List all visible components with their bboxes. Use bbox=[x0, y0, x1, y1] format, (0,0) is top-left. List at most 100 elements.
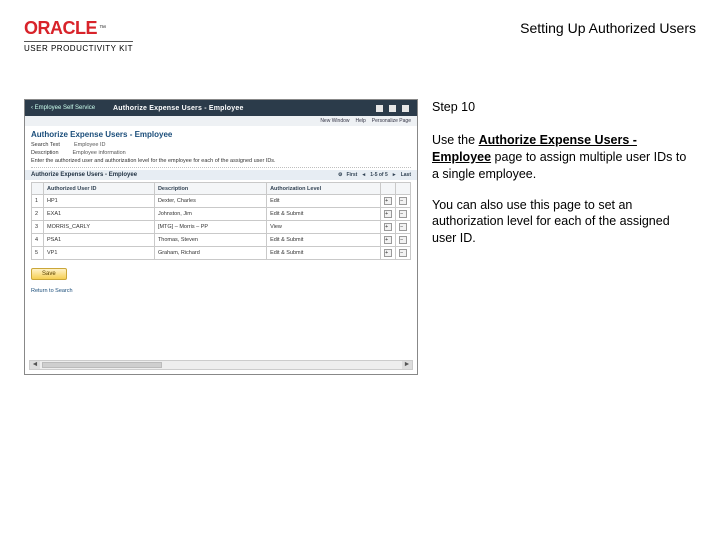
col-level: Authorization Level bbox=[267, 183, 381, 195]
brand-name: ORACLE bbox=[24, 18, 97, 39]
kv-key: Description bbox=[31, 150, 59, 156]
minus-icon: − bbox=[399, 236, 407, 244]
instruction-paragraph-2: You can also use this page to set an aut… bbox=[432, 197, 692, 248]
minus-icon: − bbox=[399, 223, 407, 231]
level-cell[interactable]: View bbox=[267, 221, 381, 234]
col-desc: Description bbox=[154, 183, 266, 195]
grid-pager: ⚙ First ◄ 1-5 of 5 ► Last bbox=[338, 172, 411, 178]
chevron-left-icon[interactable]: ◄ bbox=[361, 172, 366, 178]
minus-icon: − bbox=[399, 210, 407, 218]
col-add bbox=[381, 183, 396, 195]
table-row: 2 EXA1 Johnston, Jim Edit & Submit + − bbox=[32, 208, 411, 221]
divider bbox=[31, 167, 411, 168]
brand-block: ORACLE ™ USER PRODUCTIVITY KIT bbox=[24, 18, 133, 53]
level-cell[interactable]: Edit bbox=[267, 195, 381, 208]
auth-user-cell[interactable]: VP1 bbox=[44, 247, 155, 260]
kv-key: Search Text bbox=[31, 142, 60, 148]
minus-icon: − bbox=[399, 249, 407, 257]
brand-subtitle: USER PRODUCTIVITY KIT bbox=[24, 41, 133, 53]
plus-icon: + bbox=[384, 223, 392, 231]
help-text: Enter the authorized user and authorizat… bbox=[25, 157, 417, 165]
chevron-right-icon[interactable]: ► bbox=[392, 172, 397, 178]
auth-user-cell[interactable]: EXA1 bbox=[44, 208, 155, 221]
pager-last[interactable]: Last bbox=[401, 172, 411, 178]
trademark: ™ bbox=[99, 25, 106, 32]
section-title: Authorize Expense Users - Employee bbox=[25, 126, 417, 141]
plus-icon: + bbox=[384, 210, 392, 218]
subbar-personalize[interactable]: Personalize Page bbox=[372, 118, 411, 124]
row-num: 3 bbox=[32, 221, 44, 234]
scroll-left-icon[interactable]: ◄ bbox=[30, 361, 40, 369]
brand-top: ORACLE ™ bbox=[24, 18, 133, 39]
gear-icon[interactable]: ⚙ bbox=[338, 172, 342, 178]
auth-user-cell[interactable]: MORRIS_CARLY bbox=[44, 221, 155, 234]
auth-user-cell[interactable]: HP1 bbox=[44, 195, 155, 208]
add-row-button[interactable]: + bbox=[381, 234, 396, 247]
scroll-track[interactable] bbox=[40, 361, 402, 369]
titlebar-icons bbox=[376, 105, 411, 112]
save-button[interactable]: Save bbox=[31, 268, 67, 280]
menu-icon[interactable] bbox=[402, 105, 409, 112]
page-title: Setting Up Authorized Users bbox=[520, 20, 696, 36]
desc-cell: [MTG] – Morris – PP bbox=[154, 221, 266, 234]
help-text-content: Enter the authorized user and authorizat… bbox=[31, 158, 276, 164]
auth-user-cell[interactable]: PSA1 bbox=[44, 234, 155, 247]
table-body: 1 HP1 Dexter, Charles Edit + − 2 EXA1 Jo… bbox=[32, 195, 411, 260]
grid-header-bar: Authorize Expense Users - Employee ⚙ Fir… bbox=[25, 170, 417, 180]
back-link[interactable]: ‹ Employee Self Service bbox=[31, 105, 95, 111]
app-subbar: New Window Help Personalize Page bbox=[25, 116, 417, 126]
row-num: 5 bbox=[32, 247, 44, 260]
desc-cell: Thomas, Steven bbox=[154, 234, 266, 247]
app-title: Authorize Expense Users - Employee bbox=[103, 105, 368, 112]
users-table: Authorized User ID Description Authoriza… bbox=[31, 182, 411, 260]
pager-range: 1-5 of 5 bbox=[370, 172, 388, 178]
kv-value: Employee information bbox=[73, 150, 126, 156]
plus-icon: + bbox=[384, 197, 392, 205]
minus-icon: − bbox=[399, 197, 407, 205]
table-header-row: Authorized User ID Description Authoriza… bbox=[32, 183, 411, 195]
add-row-button[interactable]: + bbox=[381, 208, 396, 221]
delete-row-button[interactable]: − bbox=[396, 221, 411, 234]
horizontal-scrollbar[interactable]: ◄ ► bbox=[29, 360, 413, 370]
kv-value: Employee ID bbox=[74, 142, 106, 148]
col-auth-user: Authorized User ID bbox=[44, 183, 155, 195]
desc-cell: Graham, Richard bbox=[154, 247, 266, 260]
scroll-thumb[interactable] bbox=[42, 362, 162, 368]
add-row-button[interactable]: + bbox=[381, 221, 396, 234]
instruction-panel: Step 10 Use the Authorize Expense Users … bbox=[432, 99, 692, 375]
delete-row-button[interactable]: − bbox=[396, 208, 411, 221]
step-label: Step 10 bbox=[432, 99, 692, 116]
pager-first[interactable]: First bbox=[346, 172, 357, 178]
row-num: 1 bbox=[32, 195, 44, 208]
level-cell[interactable]: Edit & Submit bbox=[267, 208, 381, 221]
body: ‹ Employee Self Service Authorize Expens… bbox=[24, 99, 696, 375]
app-screenshot: ‹ Employee Self Service Authorize Expens… bbox=[24, 99, 418, 375]
grid-title: Authorize Expense Users - Employee bbox=[31, 172, 137, 178]
row-num: 2 bbox=[32, 208, 44, 221]
add-row-button[interactable]: + bbox=[381, 247, 396, 260]
table-row: 5 VP1 Graham, Richard Edit & Submit + − bbox=[32, 247, 411, 260]
level-cell[interactable]: Edit & Submit bbox=[267, 234, 381, 247]
table-row: 3 MORRIS_CARLY [MTG] – Morris – PP View … bbox=[32, 221, 411, 234]
level-cell[interactable]: Edit & Submit bbox=[267, 247, 381, 260]
subbar-newwindow[interactable]: New Window bbox=[320, 118, 349, 124]
kv-row: Description Employee information bbox=[25, 149, 417, 157]
delete-row-button[interactable]: − bbox=[396, 247, 411, 260]
page: ORACLE ™ USER PRODUCTIVITY KIT Setting U… bbox=[0, 0, 720, 540]
flag-icon[interactable] bbox=[389, 105, 396, 112]
home-icon[interactable] bbox=[376, 105, 383, 112]
subbar-help[interactable]: Help bbox=[356, 118, 366, 124]
scroll-right-icon[interactable]: ► bbox=[402, 361, 412, 369]
return-link[interactable]: Return to Search bbox=[25, 286, 417, 296]
delete-row-button[interactable]: − bbox=[396, 195, 411, 208]
desc-cell: Dexter, Charles bbox=[154, 195, 266, 208]
row-num: 4 bbox=[32, 234, 44, 247]
header: ORACLE ™ USER PRODUCTIVITY KIT Setting U… bbox=[24, 18, 696, 53]
table-row: 4 PSA1 Thomas, Steven Edit & Submit + − bbox=[32, 234, 411, 247]
add-row-button[interactable]: + bbox=[381, 195, 396, 208]
plus-icon: + bbox=[384, 236, 392, 244]
p1-pre: Use the bbox=[432, 133, 479, 147]
delete-row-button[interactable]: − bbox=[396, 234, 411, 247]
plus-icon: + bbox=[384, 249, 392, 257]
desc-cell: Johnston, Jim bbox=[154, 208, 266, 221]
